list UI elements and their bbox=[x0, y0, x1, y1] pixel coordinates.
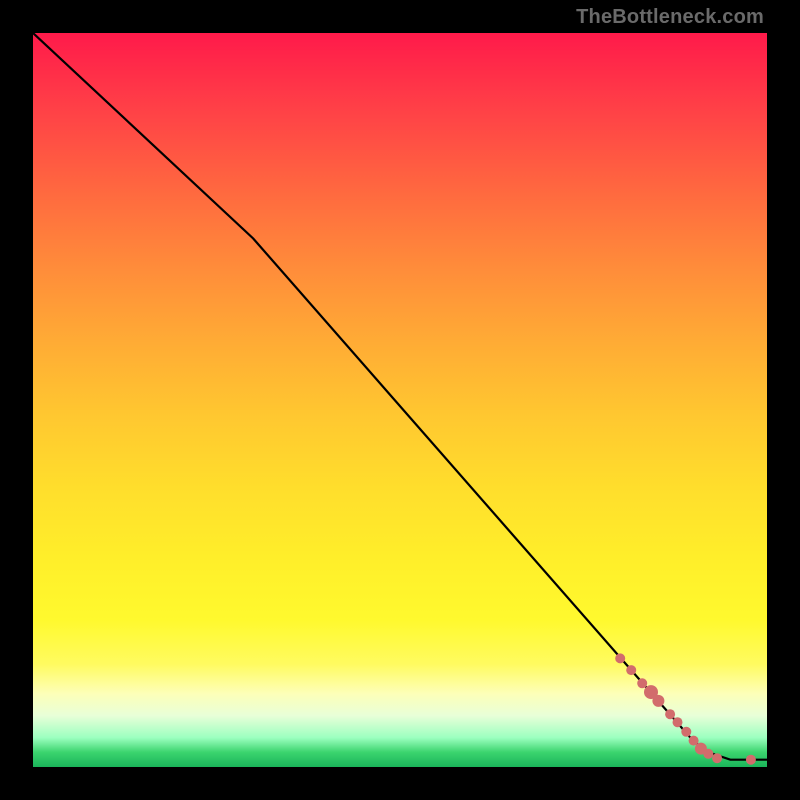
data-point bbox=[615, 653, 625, 663]
bottleneck-curve bbox=[33, 33, 767, 760]
marker-layer bbox=[615, 653, 756, 764]
data-point bbox=[746, 755, 756, 765]
data-point bbox=[703, 749, 713, 759]
curve-layer bbox=[33, 33, 767, 760]
data-point bbox=[681, 727, 691, 737]
data-point bbox=[712, 753, 722, 763]
data-point bbox=[652, 695, 664, 707]
watermark-text: TheBottleneck.com bbox=[576, 6, 764, 29]
data-point bbox=[673, 717, 683, 727]
data-point bbox=[626, 665, 636, 675]
chart-svg bbox=[33, 33, 767, 767]
data-point bbox=[637, 678, 647, 688]
chart-frame: TheBottleneck.com bbox=[0, 0, 800, 800]
plot-area bbox=[33, 33, 767, 767]
data-point bbox=[665, 709, 675, 719]
